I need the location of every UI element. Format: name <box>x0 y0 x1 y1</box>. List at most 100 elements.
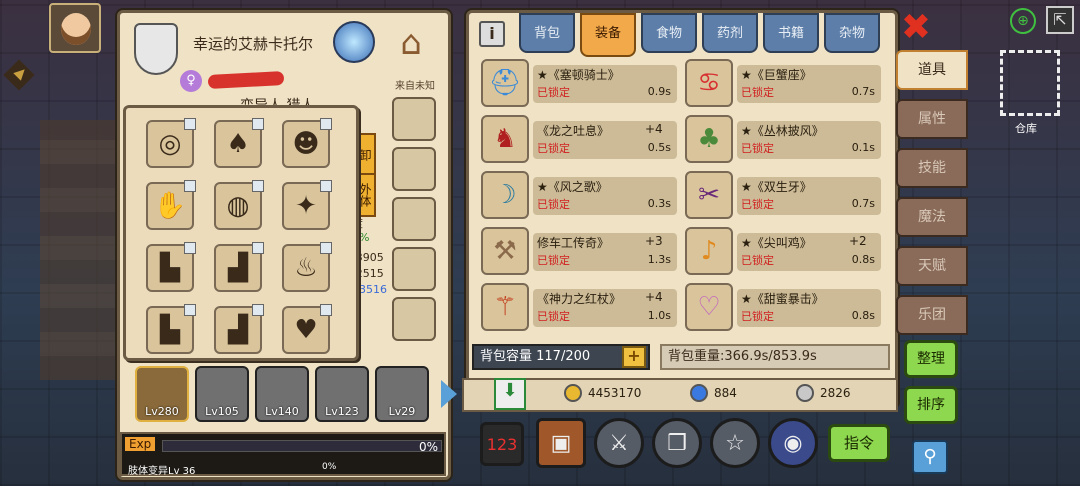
item-name: 修车工传奇》 <box>537 236 610 250</box>
equipped-item-pumpkin[interactable]: ☻ <box>282 118 332 168</box>
inventory-item[interactable]: ⚚ 《神力之红杖》 +4 已锁定 1.0s <box>481 283 677 331</box>
item-weight: 0.9s <box>647 85 671 98</box>
equipped-item-empty-chest[interactable]: ♥ <box>282 304 332 354</box>
search-icon[interactable]: ⚲ <box>912 440 948 474</box>
portal-icon[interactable] <box>333 21 375 63</box>
equipped-item-grid: ◎ ♠ ☻ ✋ ◍ ✦ ▙ ▟ ♨ ▙ ▟ ♥ <box>123 105 359 361</box>
equip-slot-boots[interactable] <box>392 247 436 291</box>
side-tab[interactable]: 技能 <box>896 148 968 188</box>
equipped-item-boots-brown[interactable]: ▙ <box>146 304 196 354</box>
item-locked-status: 已锁定 <box>537 86 570 99</box>
info-button[interactable]: i <box>479 21 505 47</box>
unequip-badge[interactable]: 卸 <box>356 133 376 177</box>
backpack-icon[interactable]: ▣ <box>536 418 586 468</box>
item-locked-status: 已锁定 <box>741 198 774 211</box>
item-icon: ⛑ <box>481 59 529 107</box>
inventory-item[interactable]: ♞ 《龙之吐息》 +4 已锁定 0.5s <box>481 115 677 163</box>
equipped-item-shoulder-dark[interactable]: ✦ <box>282 180 332 230</box>
roster-next-arrow[interactable] <box>441 380 457 408</box>
exit-icon[interactable]: ⇱ <box>1046 6 1074 34</box>
equipped-item-boots-red[interactable]: ▟ <box>214 242 264 292</box>
tab-5[interactable]: 杂物 <box>824 13 880 53</box>
wardrobe-hanger-icon[interactable]: ⌂ <box>387 23 435 63</box>
tab-3[interactable]: 药剂 <box>702 13 758 53</box>
equipped-item-boots-white[interactable]: ▟ <box>214 304 264 354</box>
hero-portrait[interactable]: Lv140 <box>255 366 309 422</box>
inventory-item[interactable]: ☽ ★《风之歌》 已锁定 0.3s <box>481 171 677 219</box>
item-enhance: +4 <box>645 290 663 304</box>
item-weight: 0.8s <box>851 253 875 266</box>
item-glyph: ♪ <box>700 236 718 266</box>
book-icon[interactable]: ❒ <box>652 418 702 468</box>
appearance-badge[interactable]: 外体 <box>356 173 376 217</box>
sword-emblem-icon[interactable]: ⚔ <box>594 418 644 468</box>
equipped-item-belt[interactable]: ◍ <box>214 180 264 230</box>
hero-portrait[interactable]: Lv29 <box>375 366 429 422</box>
target-icon[interactable]: ◉ <box>768 418 818 468</box>
sort-button[interactable]: 排序 <box>904 386 958 424</box>
inventory-item[interactable]: ⚒ 修车工传奇》 +3 已锁定 1.3s <box>481 227 677 275</box>
equipped-item-armor-white[interactable]: ♠ <box>214 118 264 168</box>
hero-portrait[interactable]: Lv105 <box>195 366 249 422</box>
gem-amount: 884 <box>714 386 737 400</box>
side-tab[interactable]: 属性 <box>896 99 968 139</box>
item-weight: 1.0s <box>647 309 671 322</box>
side-tab[interactable]: 乐团 <box>896 295 968 335</box>
download-icon[interactable]: ⬇ <box>494 378 526 410</box>
lock-icon <box>320 180 332 192</box>
side-tab[interactable]: 魔法 <box>896 197 968 237</box>
item-icon: ♡ <box>685 283 733 331</box>
inventory-item[interactable]: ✂ ★《双生牙》 已锁定 0.7s <box>685 171 881 219</box>
tab-0[interactable]: 背包 <box>519 13 575 53</box>
expand-capacity-button[interactable]: + <box>622 346 646 368</box>
command-button[interactable]: 指令 <box>828 424 890 462</box>
storage-outline-icon[interactable] <box>1000 50 1060 116</box>
item-weight: 0.1s <box>851 141 875 154</box>
equip-slot-wreath[interactable] <box>392 297 436 341</box>
equipped-item-ring-blue[interactable]: ◎ <box>146 118 196 168</box>
lock-icon <box>252 118 264 130</box>
item-glyph: ♡ <box>697 292 721 322</box>
inventory-item[interactable]: ⛑ ★《塞顿骑士》 已锁定 0.9s <box>481 59 677 107</box>
globe-icon[interactable]: ⊕ <box>1010 8 1036 34</box>
hero-portrait[interactable]: Lv280 <box>135 366 189 422</box>
equip-slot-anchor[interactable] <box>392 197 436 241</box>
item-icon: ♣ <box>685 115 733 163</box>
side-tab[interactable]: 天赋 <box>896 246 968 286</box>
inventory-item[interactable]: ♡ ★《甜蜜暴击》 已锁定 0.8s <box>685 283 881 331</box>
inventory-item[interactable]: ♣ ★《丛林披风》 已锁定 0.1s <box>685 115 881 163</box>
inventory-item[interactable]: ♪ ★《尖叫鸡》 +2 已锁定 0.8s <box>685 227 881 275</box>
star-icon[interactable]: ☆ <box>710 418 760 468</box>
item-name: 《神力之红杖》 <box>537 292 622 306</box>
tab-2[interactable]: 食物 <box>641 13 697 53</box>
organize-button[interactable]: 整理 <box>904 340 958 378</box>
silver-icon <box>796 384 814 402</box>
lock-icon <box>320 242 332 254</box>
exp-percent: 0% <box>418 440 438 454</box>
item-name: ★《丛林披风》 <box>741 124 824 138</box>
equipped-item-glove-purple[interactable]: ✋ <box>146 180 196 230</box>
numbers-icon[interactable]: 123 <box>480 422 524 466</box>
equipped-item-boots-fire[interactable]: ♨ <box>282 242 332 292</box>
shoulder-dark-icon: ✦ <box>295 191 317 221</box>
player-avatar[interactable] <box>49 3 101 53</box>
tab-4[interactable]: 书籍 <box>763 13 819 53</box>
gender-icon: ♀ <box>180 70 202 92</box>
equip-slot-amulet[interactable] <box>392 97 436 141</box>
item-locked-status: 已锁定 <box>741 86 774 99</box>
exp-label: Exp <box>125 437 156 451</box>
inventory-item[interactable]: ♋ ★《巨蟹座》 已锁定 0.7s <box>685 59 881 107</box>
glove-purple-icon: ✋ <box>153 191 187 221</box>
equip-slot-wings[interactable] <box>392 147 436 191</box>
equipped-item-boots-gray[interactable]: ▙ <box>146 242 196 292</box>
hero-portrait[interactable]: Lv123 <box>315 366 369 422</box>
lock-icon <box>252 304 264 316</box>
tab-1[interactable]: 装备 <box>580 13 636 57</box>
item-locked-status: 已锁定 <box>741 142 774 155</box>
belt-icon: ◍ <box>226 191 250 221</box>
exp-panel: Exp 0% 肢体变异Lv 36 0% <box>120 432 446 477</box>
item-glyph: ⚒ <box>493 236 517 266</box>
close-icon[interactable]: ✖ <box>898 10 934 48</box>
side-tab[interactable]: 道具 <box>896 50 968 90</box>
item-locked-status: 已锁定 <box>741 254 774 267</box>
